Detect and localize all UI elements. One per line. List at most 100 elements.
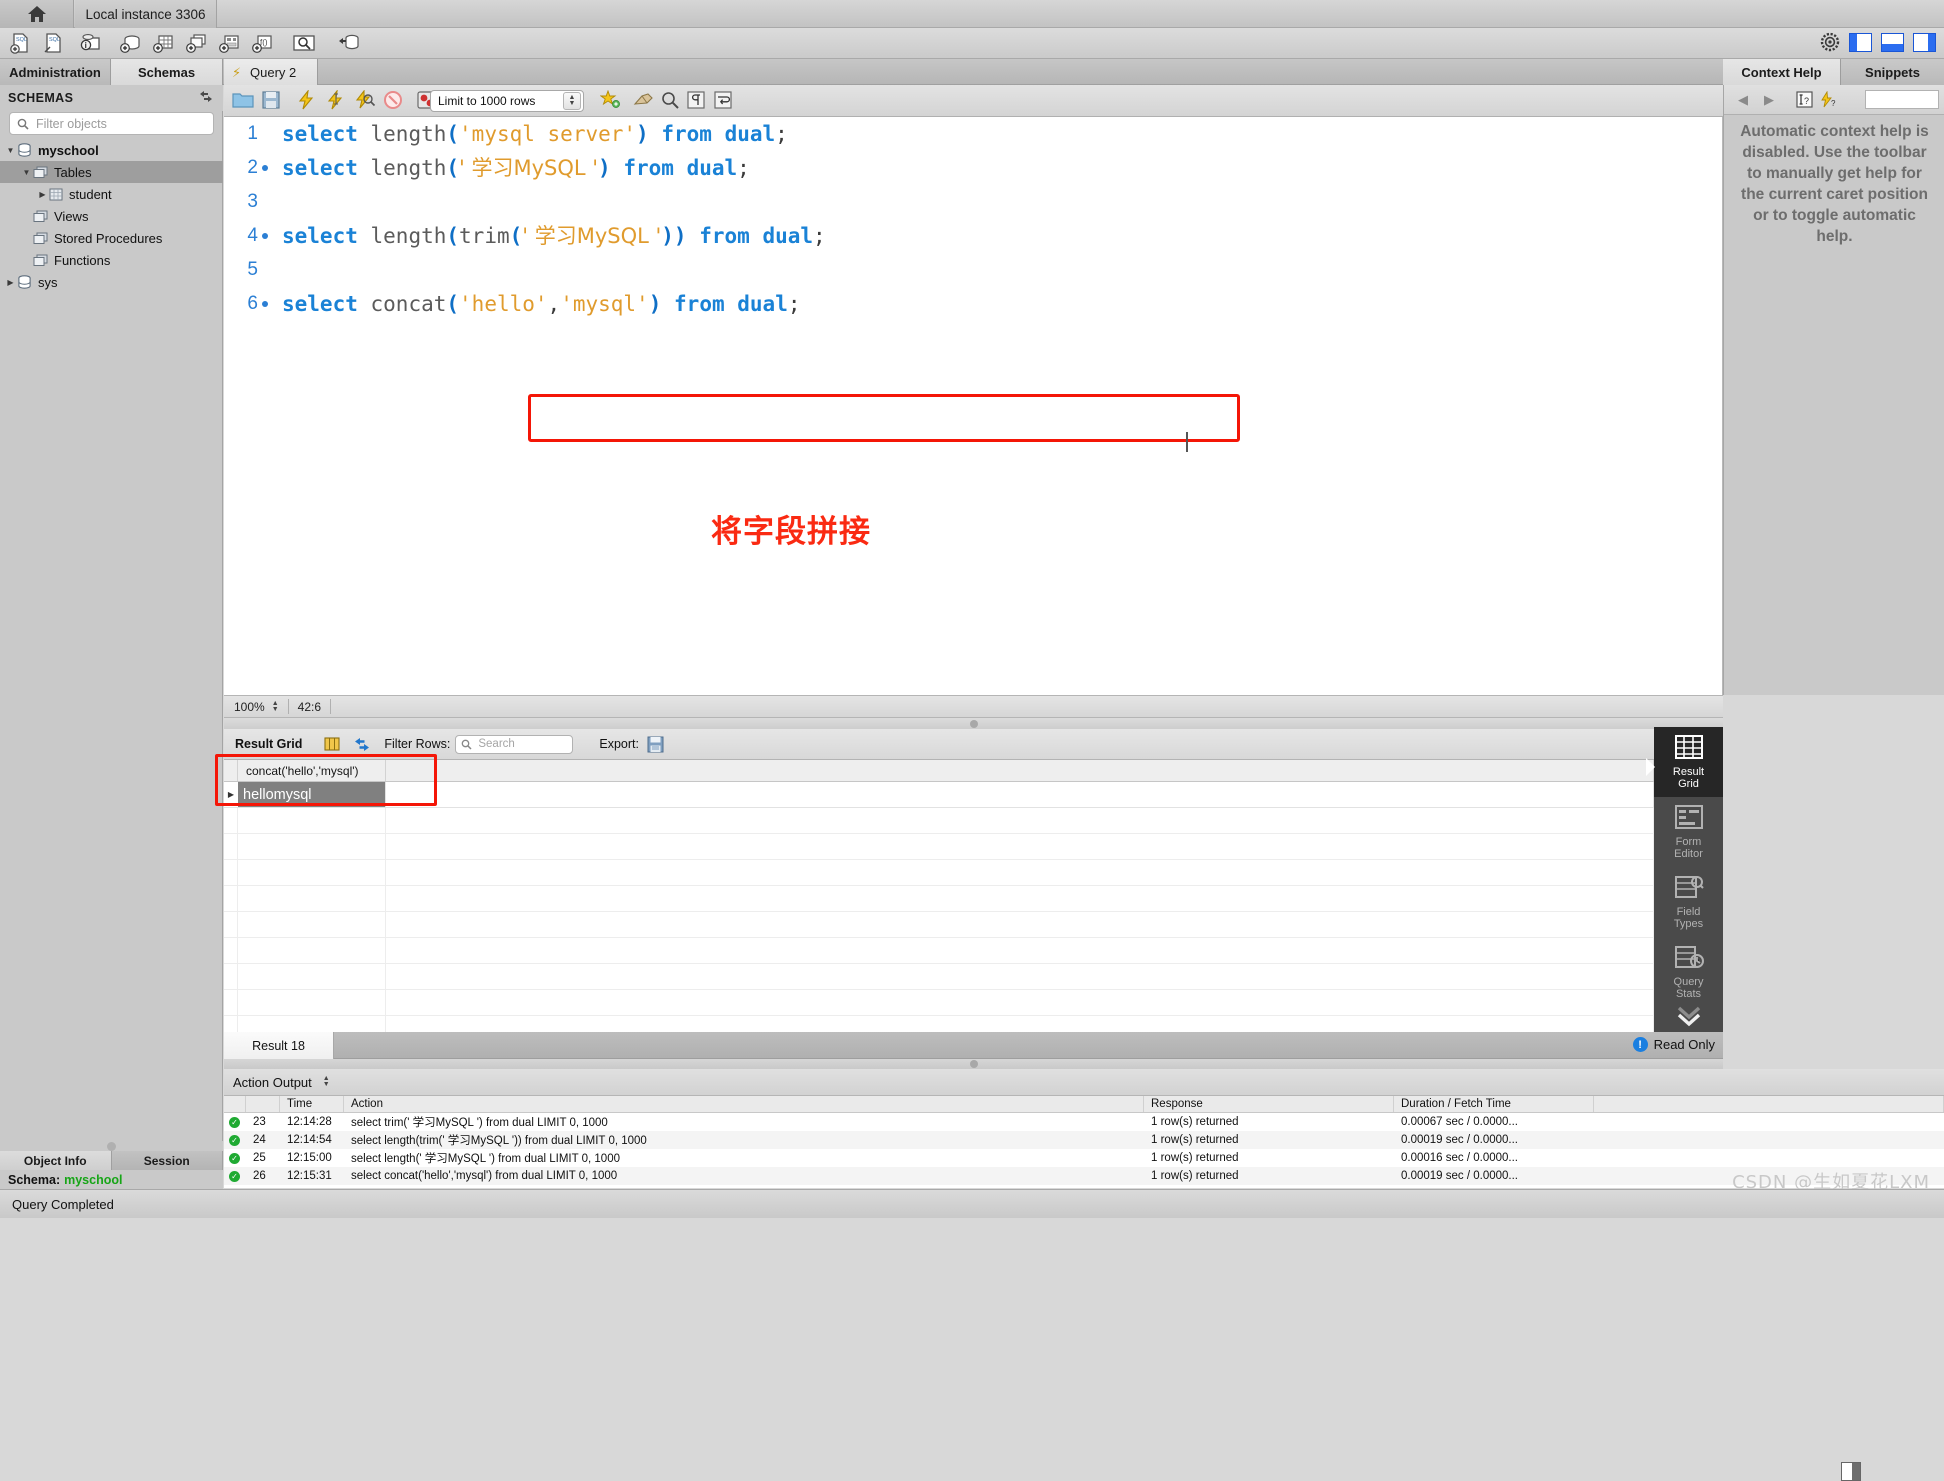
tab-schemas[interactable]: Schemas bbox=[111, 59, 223, 85]
code-line[interactable]: 5 bbox=[224, 253, 1722, 287]
collapse-triangle-icon[interactable]: ▼ bbox=[20, 168, 33, 177]
ao-column-header[interactable] bbox=[224, 1096, 246, 1112]
open-file-icon[interactable] bbox=[232, 90, 254, 112]
back-arrow-icon[interactable]: ◀ bbox=[1738, 92, 1748, 108]
tab-snippets[interactable]: Snippets bbox=[1841, 59, 1944, 85]
new-view-icon[interactable] bbox=[185, 32, 211, 56]
table-row-empty[interactable] bbox=[224, 990, 1654, 1016]
table-row-empty[interactable] bbox=[224, 964, 1654, 990]
auto-help-toggle-icon[interactable]: ? bbox=[1820, 91, 1839, 108]
table-row-empty[interactable] bbox=[224, 808, 1654, 834]
zoom-stepper-icon[interactable]: ▲ ▼ bbox=[272, 700, 279, 713]
instance-tab[interactable]: Local instance 3306 bbox=[75, 0, 217, 28]
tab-administration[interactable]: Administration bbox=[0, 59, 111, 85]
new-sql-tab-icon[interactable]: SQL bbox=[8, 32, 34, 56]
context-help-search-input[interactable] bbox=[1865, 90, 1939, 109]
connection-info-icon[interactable]: i bbox=[78, 32, 104, 56]
toggle-bottom-panel-icon[interactable] bbox=[1881, 32, 1904, 52]
result-tab-18[interactable]: Result 18 bbox=[224, 1032, 334, 1059]
table-row-empty[interactable] bbox=[224, 912, 1654, 938]
explain-icon[interactable] bbox=[354, 89, 376, 112]
tab-context-help[interactable]: Context Help bbox=[1723, 59, 1841, 85]
invisible-chars-icon[interactable] bbox=[686, 90, 706, 112]
tab-query2[interactable]: ⚡ Query 2 bbox=[224, 59, 318, 85]
action-output-row[interactable]: ✓ 25 12:15:00 select length(' 学习MySQL ') fr… bbox=[224, 1149, 1944, 1167]
search-data-icon[interactable] bbox=[291, 32, 317, 56]
sidebar-item-functions[interactable]: ▶Functions bbox=[0, 249, 223, 271]
sidebar-item-student[interactable]: ▶ student bbox=[0, 183, 223, 205]
toggle-left-panel-icon[interactable] bbox=[1849, 32, 1872, 52]
ao-column-header[interactable]: Time bbox=[280, 1096, 344, 1112]
ao-column-header[interactable]: Duration / Fetch Time bbox=[1394, 1096, 1594, 1112]
find-icon[interactable] bbox=[660, 90, 680, 112]
table-row-empty[interactable] bbox=[224, 938, 1654, 964]
action-output-table[interactable]: Time Action Response Duration / Fetch Time … bbox=[224, 1096, 1944, 1188]
code-line[interactable]: 4 select length(trim(' 学习MySQL ')) from d… bbox=[224, 219, 1722, 253]
limit-rows-select[interactable]: Limit to 1000 rows ▲ ▼ bbox=[430, 90, 584, 112]
sidebar-splitter[interactable] bbox=[0, 1141, 223, 1151]
forward-arrow-icon[interactable]: ▶ bbox=[1764, 92, 1774, 108]
filter-rows-input[interactable] bbox=[476, 737, 559, 751]
sidebar-item-stored-procedures[interactable]: ▶Stored Procedures bbox=[0, 227, 223, 249]
action-output-row[interactable]: ✓ 24 12:14:54 select length(trim(' 学习MySQL … bbox=[224, 1131, 1944, 1149]
view-tab-form-editor[interactable]: Form Editor bbox=[1654, 797, 1723, 867]
table-row-empty[interactable] bbox=[224, 860, 1654, 886]
sidebar-item-views[interactable]: ▶Views bbox=[0, 205, 223, 227]
table-row-empty[interactable] bbox=[224, 886, 1654, 912]
sidebar-tab-session[interactable]: Session bbox=[111, 1151, 223, 1170]
export-icon[interactable] bbox=[647, 736, 664, 753]
expand-triangle-icon[interactable]: ▶ bbox=[36, 190, 49, 199]
action-output-rows[interactable]: ✓ 23 12:14:28 select trim(' 学习MySQL ') from… bbox=[224, 1113, 1944, 1185]
view-tab-field-types[interactable]: Field Types bbox=[1654, 867, 1723, 937]
collapse-triangle-icon[interactable]: ▼ bbox=[4, 146, 17, 155]
sidebar-item-myschool[interactable]: ▼ myschool bbox=[0, 139, 223, 161]
stop-icon[interactable] bbox=[383, 90, 403, 112]
code-line[interactable]: 6 select concat('hello','mysql') from dua… bbox=[224, 287, 1722, 321]
beautify-icon[interactable] bbox=[599, 89, 622, 112]
ao-column-header[interactable]: Response bbox=[1144, 1096, 1394, 1112]
more-views-button[interactable] bbox=[1654, 1000, 1723, 1032]
execute-icon[interactable] bbox=[296, 89, 318, 112]
ao-column-header[interactable]: Action bbox=[344, 1096, 1144, 1112]
filter-objects-box[interactable] bbox=[9, 112, 214, 135]
view-tab-query-stats[interactable]: Query Stats bbox=[1654, 937, 1723, 1007]
save-file-icon[interactable] bbox=[261, 90, 281, 112]
new-procedure-icon[interactable] bbox=[218, 32, 244, 56]
table-row-empty[interactable] bbox=[224, 1016, 1654, 1032]
code-line[interactable]: 1 select length('mysql server') from dual… bbox=[224, 117, 1722, 151]
grid-view-icon[interactable] bbox=[324, 736, 340, 752]
expand-triangle-icon[interactable]: ▶ bbox=[4, 278, 17, 287]
statement-marker-icon[interactable] bbox=[262, 233, 268, 239]
sidebar-item-sys[interactable]: ▶ sys bbox=[0, 271, 223, 293]
result-grid-body[interactable]: ▶ hellomysql bbox=[224, 782, 1654, 1032]
sql-code-editor[interactable]: 1 select length('mysql server') from dual… bbox=[224, 117, 1723, 695]
wrap-lines-icon[interactable] bbox=[713, 90, 733, 112]
new-function-icon[interactable]: f() bbox=[251, 32, 277, 56]
action-output-selector-icon[interactable]: ▲ ▼ bbox=[323, 1075, 330, 1088]
refresh-icon[interactable] bbox=[199, 90, 213, 103]
gear-icon[interactable] bbox=[1820, 32, 1840, 52]
editor-results-splitter[interactable] bbox=[224, 718, 1723, 729]
ao-column-header[interactable] bbox=[246, 1096, 280, 1112]
filter-rows-search-box[interactable] bbox=[455, 734, 574, 754]
reconnect-icon[interactable] bbox=[337, 32, 363, 56]
toggle-right-panel-icon[interactable] bbox=[1913, 32, 1936, 52]
filter-objects-input[interactable] bbox=[34, 115, 194, 132]
new-schema-icon[interactable] bbox=[119, 32, 145, 56]
sidebar-tab-object-info[interactable]: Object Info bbox=[0, 1151, 112, 1170]
refresh-icon[interactable] bbox=[354, 737, 370, 752]
home-button[interactable] bbox=[0, 0, 74, 28]
code-line[interactable]: 2 select length(' 学习MySQL ') from dual; bbox=[224, 151, 1722, 185]
sidebar-item-tables[interactable]: ▼ Tables bbox=[0, 161, 223, 183]
toggle-result-sidebar-icon[interactable] bbox=[1841, 1462, 1861, 1481]
code-line[interactable]: 3 bbox=[224, 185, 1722, 219]
execute-current-icon[interactable] bbox=[325, 89, 347, 112]
result-grid[interactable]: concat('hello','mysql') ▶ hellomysql bbox=[224, 760, 1654, 1032]
open-sql-script-icon[interactable]: SQL bbox=[41, 32, 67, 56]
clear-icon[interactable] bbox=[633, 90, 655, 112]
table-row[interactable]: ▶ hellomysql bbox=[224, 782, 1654, 808]
stepper-icon[interactable]: ▲ ▼ bbox=[563, 92, 581, 110]
view-tab-result-grid[interactable]: Result Grid bbox=[1654, 727, 1723, 797]
statement-marker-icon[interactable] bbox=[262, 165, 268, 171]
statement-marker-icon[interactable] bbox=[262, 301, 268, 307]
